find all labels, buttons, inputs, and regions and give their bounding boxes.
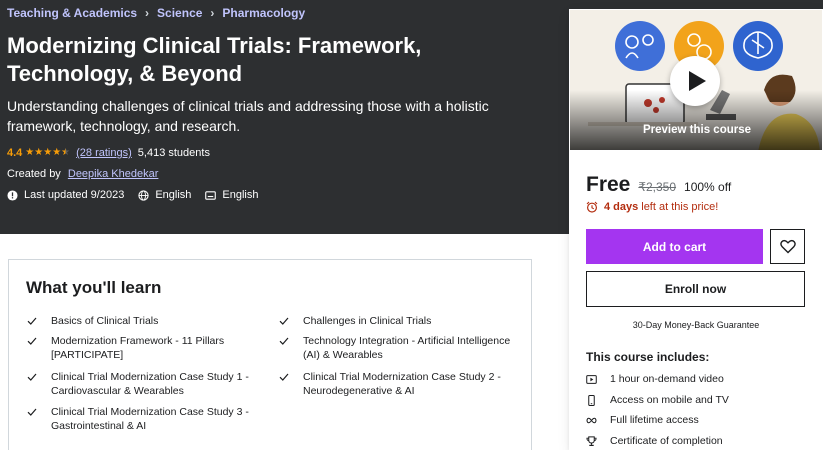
check-icon [27,373,37,381]
include-text: Certificate of completion [610,435,723,447]
learn-item-text: Challenges in Clinical Trials [303,315,432,327]
alert-icon [7,189,18,201]
course-language: English [138,189,191,201]
breadcrumb-pharmacology[interactable]: Pharmacology [222,6,305,20]
rating-row: 4.4 ★ ★ ★ ★ ★ (28 ratings) 5,413 student… [7,147,210,159]
chevron-right-icon: › [145,6,150,20]
current-price: Free [586,173,631,196]
learn-item-text: Modernization Framework - 11 Pillars [PA… [51,335,225,361]
learn-item-text: Technology Integration - Artificial Inte… [303,335,511,361]
heart-icon [779,239,796,254]
trophy-icon [586,435,597,446]
last-updated: Last updated 9/2023 [7,189,124,201]
check-icon [279,317,289,325]
include-text: Full lifetime access [610,414,699,426]
course-title: Modernizing Clinical Trials: Framework, … [7,33,422,86]
includes-title: This course includes: [586,350,710,364]
what-you-learn-box: What you'll learn Basics of Clinical Tri… [8,259,532,450]
created-by: Created by Deepika Khedekar [7,168,158,180]
add-to-cart-button[interactable]: Add to cart [586,229,763,264]
student-count: 5,413 students [137,147,210,159]
breadcrumb: Teaching & Academics › Science › Pharmac… [7,6,305,20]
chevron-right-icon: › [210,6,215,20]
star-rating: ★ ★ ★ ★ ★ [25,148,70,158]
deadline-days: 4 days [604,201,639,213]
last-updated-text: Last updated 9/2023 [24,189,125,201]
half-star-icon: ★ [61,147,71,158]
learn-item: Modernization Framework - 11 Pillars [PA… [27,334,252,362]
check-icon [27,337,37,345]
captions-text: English [222,189,259,201]
learn-item-text: Basics of Clinical Trials [51,315,159,327]
learn-item-text: Clinical Trial Modernization Case Study … [51,406,249,432]
infinity-icon [586,417,597,423]
learn-item-text: Clinical Trial Modernization Case Study … [51,371,249,397]
discount-percent: 100% off [684,180,732,194]
wishlist-button[interactable] [770,229,805,264]
alarm-clock-icon [586,201,598,213]
learn-item: Technology Integration - Artificial Inte… [279,334,514,362]
learn-item-text: Clinical Trial Modernization Case Study … [303,371,501,397]
video-icon [586,374,597,384]
include-item: Full lifetime access [586,414,699,426]
course-preview[interactable]: Preview this course [569,9,823,151]
purchase-sidebar: Preview this course Free ₹2,350 100% off… [569,9,823,450]
course-captions: English [205,189,258,201]
deadline-text: left at this price! [641,201,719,213]
breadcrumb-science[interactable]: Science [157,6,202,20]
rating-value: 4.4 [7,147,23,159]
created-by-label: Created by [7,168,61,180]
star-icon: ★ [43,147,53,158]
price-deadline: 4 days left at this price! [586,201,718,213]
play-icon[interactable] [670,56,720,106]
check-icon [279,337,289,345]
learn-item: Basics of Clinical Trials [27,314,252,328]
rating-count-link[interactable]: (28 ratings) [76,147,132,159]
closed-captions-icon [205,190,217,200]
include-text: 1 hour on-demand video [610,373,724,385]
preview-label: Preview this course [642,124,752,136]
include-item: 1 hour on-demand video [586,373,724,385]
instructor-link[interactable]: Deepika Khedekar [68,168,159,180]
star-icon: ★ [34,147,44,158]
include-item: Access on mobile and TV [586,394,729,406]
include-item: Certificate of completion [586,435,723,447]
check-icon [27,317,37,325]
price-row: Free ₹2,350 100% off [586,173,731,197]
enroll-now-button[interactable]: Enroll now [586,271,805,307]
learn-item: Challenges in Clinical Trials [279,314,514,328]
learn-item: Clinical Trial Modernization Case Study … [279,370,514,398]
breadcrumb-teaching-academics[interactable]: Teaching & Academics [7,6,137,20]
course-subtitle: Understanding challenges of clinical tri… [7,98,489,134]
mobile-icon [588,394,595,406]
check-icon [279,373,289,381]
learn-item: Clinical Trial Modernization Case Study … [27,370,252,398]
original-price: ₹2,350 [638,180,677,194]
include-text: Access on mobile and TV [610,394,729,406]
money-back-guarantee: 30-Day Money-Back Guarantee [632,320,760,330]
globe-icon [138,189,149,201]
star-icon: ★ [25,147,35,158]
language-text: English [155,189,192,201]
course-meta: Last updated 9/2023 English English [7,189,272,201]
check-icon [27,408,37,416]
what-you-learn-title: What you'll learn [26,278,162,297]
learn-item: Clinical Trial Modernization Case Study … [27,405,252,433]
star-icon: ★ [52,147,62,158]
